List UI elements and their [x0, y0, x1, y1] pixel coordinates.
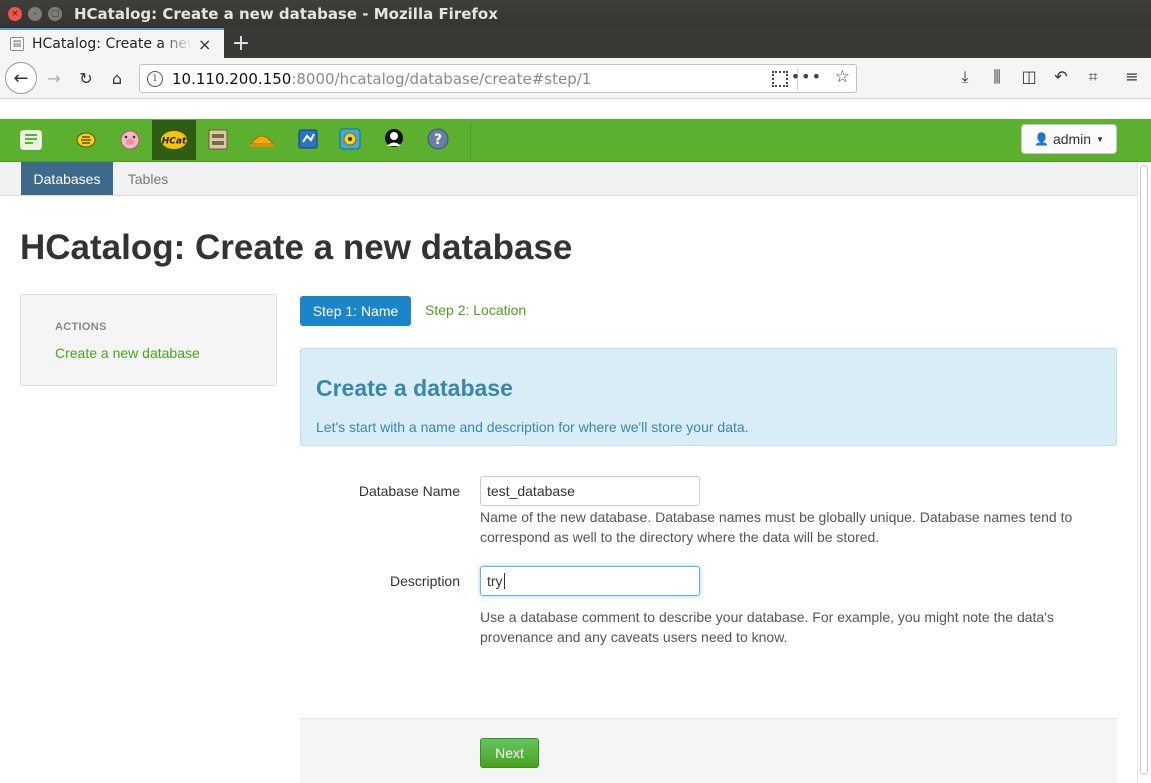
user-icon: 👤 [1033, 132, 1049, 146]
hue-logo-icon[interactable] [18, 125, 46, 153]
library-icon[interactable]: ⫼ [986, 67, 1008, 87]
tab-close-button[interactable]: × [198, 35, 211, 54]
app-bar-divider [470, 123, 471, 159]
browser-tab-label: HCatalog: Create a new database [32, 36, 192, 52]
url-bar[interactable]: i 10.110.200.150:8000/hcatalog/database/… [139, 64, 857, 93]
menu-icon[interactable]: ≡ [1121, 67, 1143, 86]
qr-code-icon[interactable] [772, 71, 788, 87]
sidebar-heading: ACTIONS [55, 321, 107, 333]
navigation-bar: ← → ↻ ⌂ i 10.110.200.150:8000/hcatalog/d… [0, 58, 1151, 99]
database-name-label: Database Name [358, 483, 460, 499]
screen: × – ▢ HCatalog: Create a new database - … [0, 0, 1151, 783]
page-favicon-icon: ▤ [10, 37, 24, 51]
step-info-panel: Create a database Let's start with a nam… [300, 348, 1117, 446]
caret-down-icon: ▼ [1096, 134, 1104, 144]
step-heading: Create a database [316, 375, 513, 401]
tab-databases[interactable]: Databases [21, 162, 113, 195]
user-menu-button[interactable]: 👤 admin ▼ [1021, 124, 1117, 154]
home-icon: ⌂ [111, 68, 123, 88]
back-button[interactable]: ← [5, 62, 37, 94]
description-label: Description [389, 573, 460, 589]
new-tab-button[interactable]: + [230, 28, 252, 58]
sidebar-icon[interactable]: ◫ [1018, 67, 1040, 86]
pig-icon[interactable] [116, 125, 144, 153]
forward-button[interactable]: → [40, 64, 68, 92]
page-actions-icon[interactable]: ••• [791, 67, 822, 86]
bookmarks-strip [0, 100, 1151, 119]
file-browser-icon[interactable] [204, 125, 232, 153]
next-button[interactable]: Next [480, 738, 539, 768]
beeswax-icon[interactable] [72, 125, 100, 153]
svg-text:?: ? [434, 132, 442, 148]
window-titlebar: × – ▢ HCatalog: Create a new database - … [0, 0, 1151, 28]
tab-strip: ▤ HCatalog: Create a new database × + [0, 28, 1151, 58]
bookmark-star-icon[interactable]: ☆ [835, 67, 850, 87]
window-close-button[interactable]: × [8, 7, 22, 21]
user-admin-icon[interactable] [380, 125, 408, 153]
hcatalog-subnav: Databases Tables [0, 162, 1137, 196]
create-database-link[interactable]: Create a new database [55, 345, 200, 361]
window-minimize-button[interactable]: – [28, 7, 42, 21]
page-scrollbar-thumb[interactable] [1140, 165, 1148, 775]
actions-sidebar: ACTIONS Create a new database [20, 294, 277, 386]
reload-icon: ↻ [79, 68, 93, 88]
job-browser-icon[interactable] [336, 125, 364, 153]
hue-app-bar: HCat ? 👤 admin ▼ [0, 119, 1151, 162]
home-button[interactable]: ⌂ [103, 64, 131, 92]
form-actions-bar [300, 718, 1117, 783]
browser-tab[interactable]: ▤ HCatalog: Create a new database × [0, 28, 224, 58]
database-name-help: Name of the new database. Database names… [480, 509, 1073, 545]
svg-text:HCat: HCat [162, 137, 187, 147]
database-name-value: test_database [487, 483, 575, 499]
arrow-left-icon: ← [13, 67, 29, 89]
step-2-location-tab[interactable]: Step 2: Location [425, 302, 526, 318]
window-title: HCatalog: Create a new database - Mozill… [74, 5, 498, 23]
help-icon[interactable]: ? [424, 125, 452, 153]
database-name-input[interactable]: test_database [480, 476, 700, 506]
step-description: Let's start with a name and description … [316, 419, 749, 435]
window-maximize-button[interactable]: ▢ [48, 7, 62, 21]
crop-icon[interactable]: ⌗ [1082, 67, 1104, 87]
url-text[interactable]: 10.110.200.150:8000/hcatalog/database/cr… [172, 70, 591, 88]
info-icon[interactable]: i [147, 70, 163, 87]
description-input[interactable]: try [480, 566, 700, 596]
reload-button[interactable]: ↻ [72, 64, 100, 92]
tab-tables[interactable]: Tables [113, 162, 183, 195]
arrow-right-icon: → [47, 68, 61, 88]
hcatalog-icon[interactable]: HCat [152, 120, 196, 160]
page-title: HCatalog: Create a new database [20, 228, 573, 267]
step-1-name-tab[interactable]: Step 1: Name [300, 296, 411, 326]
job-designer-icon[interactable] [248, 125, 276, 153]
description-help: Use a database comment to describe your … [480, 609, 1054, 645]
undo-icon[interactable]: ↶ [1050, 67, 1072, 86]
text-cursor [503, 573, 505, 589]
user-name: admin [1052, 131, 1092, 147]
description-value: try [487, 573, 503, 589]
downloads-icon[interactable]: ⤓ [954, 67, 976, 87]
oozie-icon[interactable] [294, 125, 322, 153]
